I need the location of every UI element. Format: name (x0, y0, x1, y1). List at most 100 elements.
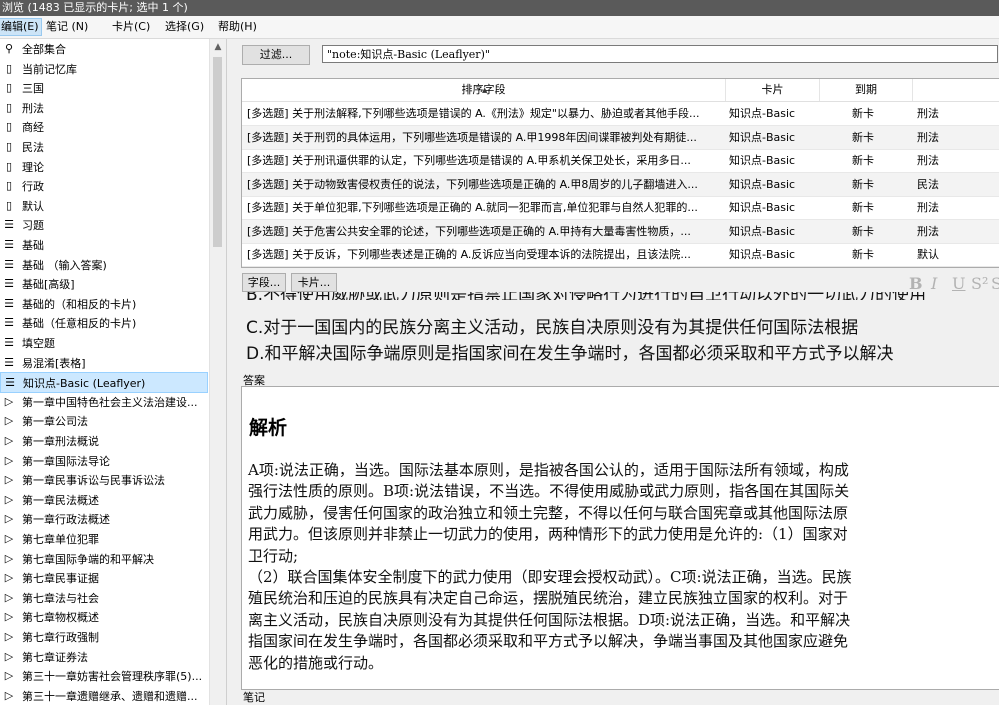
table-row[interactable]: [多选题] 关于刑罚的具体运用，下列哪些选项是错误的 A.甲1998年因间谍罪被… (242, 125, 999, 150)
sidebar-item-label: 默认 (22, 199, 44, 213)
question-clipped-line: B.不得使用威胁或武力原则是指禁止国家对侵略行为进行的自卫行动以外的一切武力的使… (241, 292, 999, 300)
sidebar-item[interactable]: ▷ 第一章民事诉讼与民事诉讼法 (0, 470, 208, 489)
sidebar-item[interactable]: ▷ 第七章证券法 (0, 647, 208, 666)
tag-icon: ▷ (4, 590, 14, 604)
sidebar-item[interactable]: ▯ 三国 (0, 78, 208, 97)
answer-line: 离主义活动，民族自决原则没有为其提供任何国际法根据。D项:说法正确，当选。和平解… (248, 610, 851, 629)
header-due[interactable]: 到期 (820, 79, 913, 101)
card-icon: ▯ (5, 159, 13, 173)
search-input[interactable]: "note:知识点-Basic (Leaflyer)" (322, 45, 998, 63)
card-icon: ▯ (5, 179, 13, 193)
notetype-icon: ☰ (4, 218, 14, 232)
menu-edit[interactable]: 编辑(E) (0, 18, 42, 36)
header-sort-field[interactable]: 排序字段 ▲ (242, 79, 726, 101)
scroll-thumb[interactable] (213, 57, 222, 247)
filter-button[interactable]: 过滤... (242, 45, 310, 65)
sidebar-item[interactable]: ▷ 第七章物权概述 (0, 607, 208, 626)
subscript-icon[interactable]: S (991, 274, 999, 293)
sidebar-item[interactable]: ▯ 民法 (0, 137, 208, 156)
cell-due: 新卡 (852, 201, 874, 214)
question-line-d[interactable]: D.和平解决国际争端原则是指国家间在发生争端时，各国都必须采取和平方式予以解决 (246, 339, 894, 364)
card-icon: ▯ (5, 61, 13, 75)
fields-button[interactable]: 字段... (242, 273, 286, 292)
tag-icon: ▷ (4, 394, 14, 408)
sidebar-item[interactable]: ⚲ 全部集合 (0, 39, 208, 58)
sidebar-item[interactable]: ☰ 知识点-Basic (Leaflyer) (0, 372, 208, 394)
sidebar-item[interactable]: ☰ 基础 (0, 235, 208, 254)
sidebar-item[interactable]: ▯ 默认 (0, 196, 208, 215)
sidebar-item[interactable]: ▷ 第一章刑法概说 (0, 431, 208, 450)
sidebar-item[interactable]: ▷ 第七章行政强制 (0, 627, 208, 646)
notetype-icon: ☰ (4, 355, 14, 369)
sidebar-item[interactable]: ▯ 行政 (0, 176, 208, 195)
sidebar-item[interactable]: ▷ 第三十一章妨害社会管理秩序罪(5)... (0, 666, 208, 685)
table-row[interactable]: [多选题] 关于单位犯罪,下列哪些选项是正确的 A.就同一犯罪而言,单位犯罪与自… (242, 196, 999, 220)
italic-icon[interactable]: I (931, 274, 937, 293)
underline-icon[interactable]: U (952, 274, 965, 293)
sidebar-item[interactable]: ▷ 第一章国际法导论 (0, 451, 208, 470)
sidebar-item[interactable]: ▷ 第七章国际争端的和平解决 (0, 549, 208, 568)
sidebar-item[interactable]: ▷ 第七章法与社会 (0, 588, 208, 607)
cell-sort-field: [多选题] 关于刑罚的具体运用，下列哪些选项是错误的 A.甲1998年因间谍罪被… (247, 130, 697, 144)
answer-line: 强行法性质的原则。B项:说法错误，不当选。不得使用威胁或武力原则，指各国在其国际… (248, 482, 850, 501)
table-row[interactable]: [多选题] 关于反诉，下列哪些表述是正确的 A.反诉应当向受理本诉的法院提出，且… (242, 243, 999, 267)
answer-line: 武力威胁，侵害任何国家的政治独立和领土完整，不得以任何与联合国宪章或其他国际法原 (248, 503, 849, 522)
sidebar-item-label: 第一章国际法导论 (22, 454, 110, 468)
sidebar-item[interactable]: ▷ 第三十一章遗赠继承、遗赠和遗赠... (0, 686, 208, 705)
superscript-icon[interactable]: S² (971, 274, 988, 293)
sidebar-item[interactable]: ☰ 易混淆[表格] (0, 353, 208, 372)
sidebar-item[interactable]: ☰ 基础[高级] (0, 274, 208, 293)
card-table: 排序字段 ▲ 卡片 到期 [多选题] 关于刑法解释,下列哪些选项是错误的 A.《… (241, 78, 999, 268)
sidebar-scrollbar[interactable]: ▲ (209, 39, 226, 705)
header-deck[interactable] (913, 79, 999, 101)
sidebar-item-label: 第一章刑法概说 (22, 435, 99, 448)
notes-field-label: 笔记 (243, 691, 265, 704)
sidebar-item[interactable]: ▷ 第七章民事证据 (0, 568, 208, 587)
scroll-up-icon[interactable]: ▲ (210, 39, 226, 55)
header-card[interactable]: 卡片 (726, 79, 820, 101)
sidebar-item[interactable]: ▯ 理论 (0, 157, 208, 176)
answer-line: 恶化的措施或行动。 (248, 653, 384, 672)
table-row[interactable]: [多选题] 关于刑讯逼供罪的认定，下列哪些选项是错误的 A.甲系机关保卫处长，采… (242, 149, 999, 173)
sidebar-item[interactable]: ▷ 第一章中国特色社会主义法治建设... (0, 392, 208, 411)
sidebar-item[interactable]: ▷ 第一章公司法 (0, 411, 208, 430)
cards-button[interactable]: 卡片... (291, 273, 337, 292)
menu-note[interactable]: 笔记 (N) (44, 19, 90, 35)
bold-icon[interactable]: B (909, 274, 923, 293)
menu-card[interactable]: 卡片(C) (110, 19, 152, 35)
cell-due: 新卡 (852, 107, 874, 120)
sidebar-item-label: 基础[高级] (22, 278, 75, 292)
menu-help[interactable]: 帮助(H) (216, 19, 259, 35)
tag-icon: ▷ (4, 453, 14, 467)
cell-due: 新卡 (852, 224, 874, 238)
table-row[interactable]: [多选题] 关于危害公共安全罪的论述，下列哪些选项是正确的 A.甲持有大量毒害性… (242, 219, 999, 244)
sidebar-item-label: 基础的（和相反的卡片) (22, 297, 137, 311)
sidebar-item[interactable]: ☰ 基础 （输入答案) (0, 255, 208, 274)
sidebar-item-label: 商经 (22, 121, 44, 135)
sidebar-item[interactable]: ☰ 基础（任意相反的卡片) (0, 313, 208, 332)
menu-bar: 编辑(E) 笔记 (N) 卡片(C) 选择(G) 帮助(H) (0, 16, 999, 39)
sidebar-item[interactable]: ▯ 商经 (0, 117, 208, 136)
sidebar-item-label: 全部集合 (22, 43, 66, 56)
tag-icon: ▷ (4, 492, 14, 506)
sidebar-item[interactable]: ☰ 填空题 (0, 333, 208, 352)
sidebar-item[interactable]: ▷ 第一章民法概述 (0, 490, 208, 509)
sidebar-item[interactable]: ☰ 基础的（和相反的卡片) (0, 294, 208, 313)
cell-deck: 刑法 (917, 224, 939, 238)
sidebar-item[interactable]: ▷ 第七章单位犯罪 (0, 529, 208, 548)
sidebar-item[interactable]: ▯ 当前记忆库 (0, 59, 208, 78)
table-row[interactable]: [多选题] 关于刑法解释,下列哪些选项是错误的 A.《刑法》规定"以暴力、胁迫或… (242, 102, 999, 126)
cell-sort-field: [多选题] 关于反诉，下列哪些表述是正确的 A.反诉应当向受理本诉的法院提出，且… (247, 248, 691, 261)
sidebar-item[interactable]: ☰ 习题 (0, 215, 208, 234)
answer-line: 指国家间在发生争端时，各国都必须采取和平方式予以解决，争端当事国及其他国家应避免 (248, 632, 849, 651)
answer-field[interactable]: 解析 A项:说法正确，当选。国际法基本原则，是指被各国公认的，适用于国际法所有领… (241, 386, 999, 690)
sidebar-item[interactable]: ▷ 第一章行政法概述 (0, 509, 208, 528)
cell-card: 知识点-Basic (729, 201, 796, 214)
sidebar-item[interactable]: ▯ 刑法 (0, 98, 208, 117)
question-line-c[interactable]: C.对于一国国内的民族分离主义活动，民族自决原则没有为其提供任何国际法根据 (246, 313, 858, 338)
cell-card: 知识点-Basic (729, 177, 796, 191)
cell-card: 知识点-Basic (729, 130, 796, 144)
table-row[interactable]: [多选题] 关于动物致害侵权责任的说法，下列哪些选项是正确的 A.甲8周岁的儿子… (242, 172, 999, 197)
menu-select[interactable]: 选择(G) (163, 19, 206, 35)
cell-deck: 民法 (917, 177, 939, 191)
